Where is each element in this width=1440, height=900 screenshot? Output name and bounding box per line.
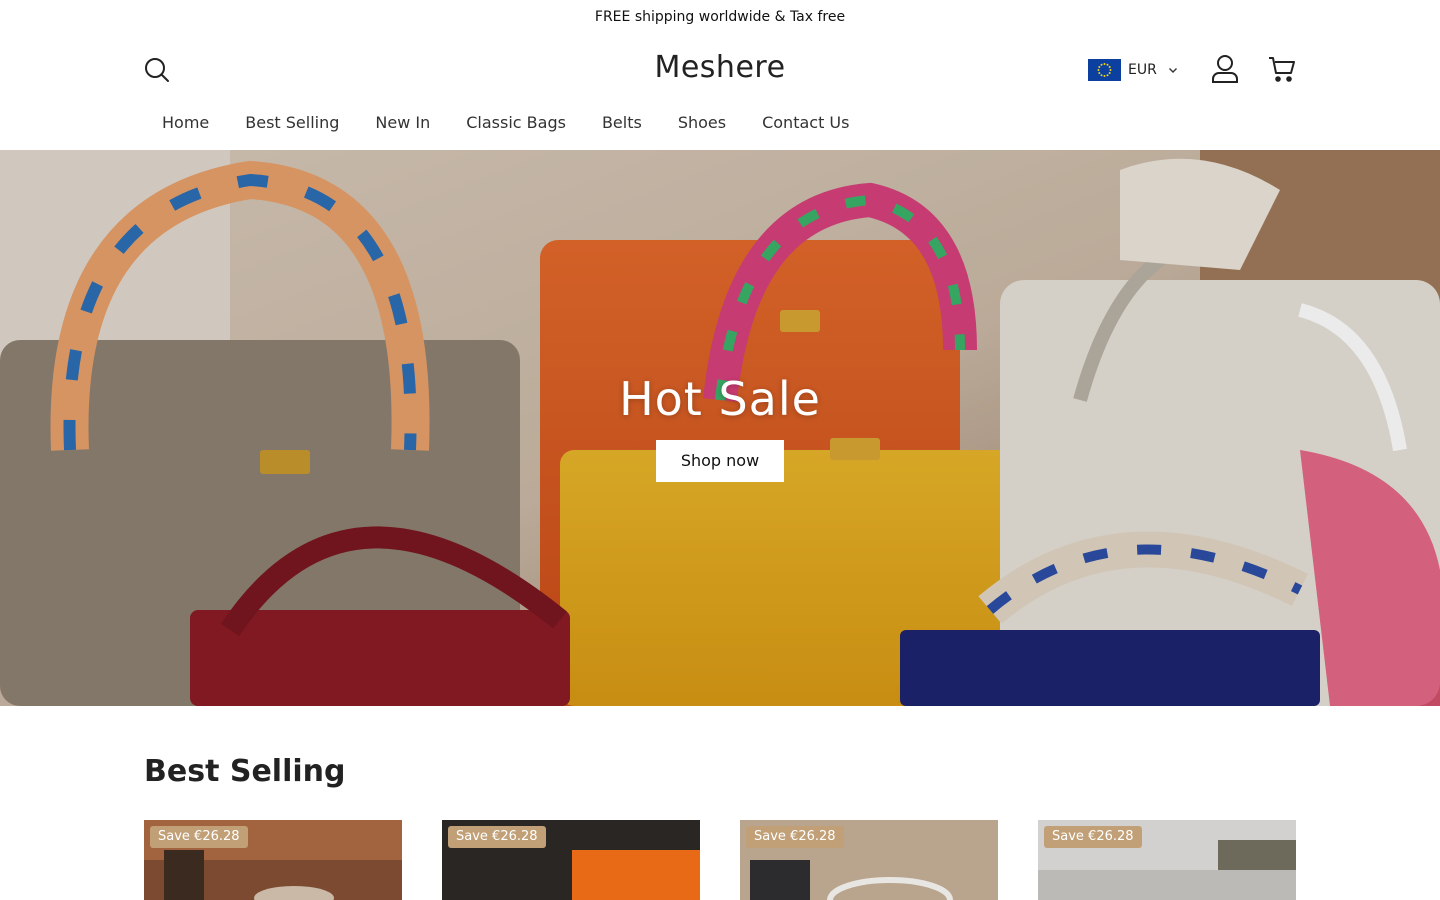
- product-card[interactable]: Save €26.28: [740, 820, 998, 900]
- shop-now-button[interactable]: Shop now: [655, 440, 785, 482]
- cart-icon: [1269, 57, 1295, 82]
- sale-badge: Save €26.28: [746, 826, 844, 848]
- currency-code: EUR: [1128, 62, 1157, 78]
- nav-item-shoes[interactable]: Shoes: [660, 113, 744, 132]
- chevron-down-icon: [1168, 68, 1177, 73]
- eu-flag-icon: [1088, 59, 1121, 81]
- site-header: Meshere EUR: [0, 34, 1440, 106]
- nav-item-best-selling[interactable]: Best Selling: [227, 113, 357, 132]
- announcement-bar: FREE shipping worldwide & Tax free: [0, 0, 1440, 34]
- nav-item-belts[interactable]: Belts: [584, 113, 660, 132]
- product-grid: Save €26.28 Save €26.28 Save €26.28 Save…: [144, 820, 1296, 900]
- site-logo[interactable]: Meshere: [654, 50, 785, 85]
- search-button[interactable]: [144, 56, 170, 84]
- nav-item-new-in[interactable]: New In: [357, 113, 448, 132]
- product-card[interactable]: Save €26.28: [1038, 820, 1296, 900]
- nav-item-classic-bags[interactable]: Classic Bags: [448, 113, 584, 132]
- hero-content: Hot Sale Shop now: [0, 372, 1440, 482]
- nav-item-contact-us[interactable]: Contact Us: [744, 113, 867, 132]
- sale-badge: Save €26.28: [150, 826, 248, 848]
- cart-button[interactable]: [1267, 54, 1297, 84]
- product-card[interactable]: Save €26.28: [442, 820, 700, 900]
- user-icon: [1212, 55, 1238, 83]
- search-icon: [145, 58, 169, 82]
- product-card[interactable]: Save €26.28: [144, 820, 402, 900]
- hero-banner: Hot Sale Shop now: [0, 150, 1440, 706]
- currency-selector[interactable]: EUR: [1088, 58, 1179, 82]
- main-nav: Home Best Selling New In Classic Bags Be…: [144, 106, 867, 138]
- announcement-text: FREE shipping worldwide & Tax free: [594, 9, 846, 25]
- sale-badge: Save €26.28: [1044, 826, 1142, 848]
- sale-badge: Save €26.28: [448, 826, 546, 848]
- nav-item-home[interactable]: Home: [144, 113, 227, 132]
- hero-title: Hot Sale: [619, 372, 821, 426]
- section-title-best-selling: Best Selling: [144, 754, 346, 789]
- account-button[interactable]: [1211, 54, 1239, 84]
